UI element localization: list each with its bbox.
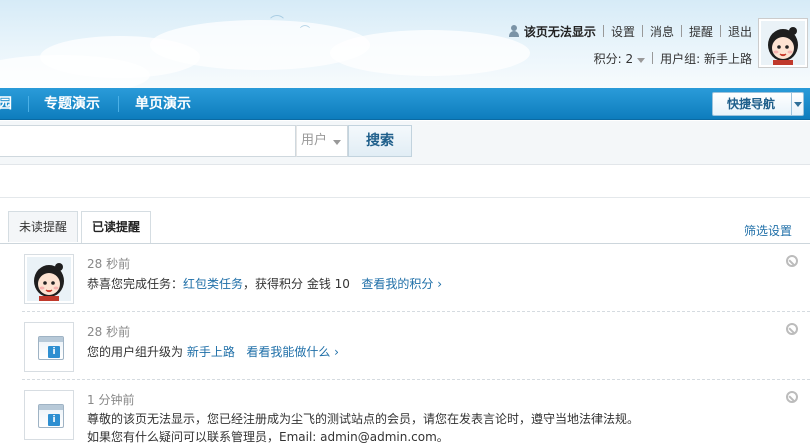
notice-text-line: 尊敬的该页无法显示，您已经注册成为尘飞的测试站点的会员，请您在发表言论时，遵守当… — [87, 412, 640, 426]
avatar-girl-icon — [761, 21, 805, 65]
notice-prefix: 恭喜您完成任务： — [87, 277, 184, 291]
usergroup-link[interactable]: 新手上路 — [187, 345, 235, 359]
nav-item-single-page[interactable]: 单页演示 — [135, 88, 191, 120]
system-avatar: i — [24, 322, 74, 372]
nav-divider — [28, 96, 29, 112]
avatar[interactable] — [24, 254, 74, 304]
main-nav: 园 专题演示 单页演示 快捷导航 — [0, 88, 810, 120]
notice-time: 1 分钟前 — [87, 393, 135, 407]
messages-link[interactable]: 消息 — [650, 23, 674, 40]
list-item: i 28 秒前 您的用户组升级为 新手上路 看看我能做什么 › — [22, 316, 810, 380]
bird-decoration: ⌒ — [300, 26, 310, 37]
points-dropdown[interactable]: 积分: 2 — [594, 50, 646, 67]
what-can-i-do-link[interactable]: 看看我能做什么 › — [246, 345, 339, 359]
notice-text: 您的用户组升级为 新手上路 看看我能做什么 › — [87, 343, 339, 361]
bird-decoration: ⌒ — [270, 15, 284, 31]
notice-time: 28 秒前 — [87, 325, 131, 339]
points-label: 积分: 2 — [593, 51, 634, 66]
settings-link[interactable]: 设置 — [611, 23, 635, 40]
avatar[interactable] — [758, 18, 808, 68]
system-notice-icon: i — [38, 404, 64, 428]
search-type-label: 用户 — [301, 133, 328, 148]
ignore-icon[interactable] — [786, 255, 798, 267]
logout-link[interactable]: 退出 — [728, 23, 752, 40]
cloud-decoration — [330, 30, 530, 76]
divider — [602, 25, 604, 37]
divider — [680, 25, 682, 37]
username-link[interactable]: 该页无法显示 — [524, 23, 596, 40]
notice-text-line: 如果您有什么疑问可以联系管理员，Email: admin@admin.com。 — [87, 430, 449, 444]
view-points-link[interactable]: 查看我的积分 › — [361, 277, 442, 291]
tab-unread[interactable]: 未读提醒 — [8, 211, 79, 242]
list-item: 28 秒前 恭喜您完成任务：红包类任务，获得积分 金钱 10 查看我的积分 › — [22, 248, 810, 312]
avatar-girl-icon — [27, 257, 71, 301]
search-button[interactable]: 搜索 — [348, 125, 412, 157]
site-header: ⌒ ⌒ 该页无法显示 设置 消息 提醒 退出 积分: 2 用户组: 新手上路 — [0, 0, 810, 88]
search-type-select[interactable]: 用户 — [296, 125, 348, 157]
tabs-divider — [0, 243, 810, 244]
chevron-down-icon[interactable] — [791, 93, 803, 115]
user-bar: 该页无法显示 设置 消息 提醒 退出 — [508, 23, 752, 39]
quick-nav-button[interactable]: 快捷导航 — [712, 92, 804, 116]
ignore-icon[interactable] — [786, 391, 798, 403]
search-bar: 用户 搜索 — [0, 121, 810, 165]
tab-read[interactable]: 已读提醒 — [81, 211, 152, 243]
divider — [641, 25, 643, 37]
nav-item-topics[interactable]: 专题演示 — [44, 88, 100, 120]
ignore-icon[interactable] — [786, 323, 798, 335]
nav-item-partial[interactable]: 园 — [0, 88, 12, 120]
user-stats: 积分: 2 用户组: 新手上路 — [594, 50, 752, 66]
notice-middle: ，获得积分 金钱 10 — [243, 277, 350, 291]
divider — [652, 52, 654, 64]
list-item: i 1 分钟前 尊敬的该页无法显示，您已经注册成为尘飞的测试站点的会员，请您在发… — [22, 384, 810, 448]
user-icon — [508, 25, 520, 37]
notice-prefix: 您的用户组升级为 — [87, 345, 184, 359]
search-input[interactable] — [0, 125, 296, 157]
chevron-down-icon — [333, 140, 341, 145]
reminders-link[interactable]: 提醒 — [689, 23, 713, 40]
divider — [719, 25, 721, 37]
system-notice-icon: i — [38, 336, 64, 360]
notice-tabs: 未读提醒 已读提醒 筛选设置 — [0, 197, 810, 244]
quick-nav-label: 快捷导航 — [727, 97, 776, 111]
chevron-down-icon — [637, 57, 646, 63]
usergroup-label[interactable]: 用户组: 新手上路 — [660, 50, 752, 67]
notice-text: 恭喜您完成任务：红包类任务，获得积分 金钱 10 查看我的积分 › — [87, 275, 442, 293]
task-link[interactable]: 红包类任务 — [183, 277, 243, 291]
system-avatar: i — [24, 390, 74, 440]
notice-time: 28 秒前 — [87, 257, 131, 271]
nav-divider — [118, 96, 119, 112]
filter-settings-link[interactable]: 筛选设置 — [744, 222, 792, 239]
